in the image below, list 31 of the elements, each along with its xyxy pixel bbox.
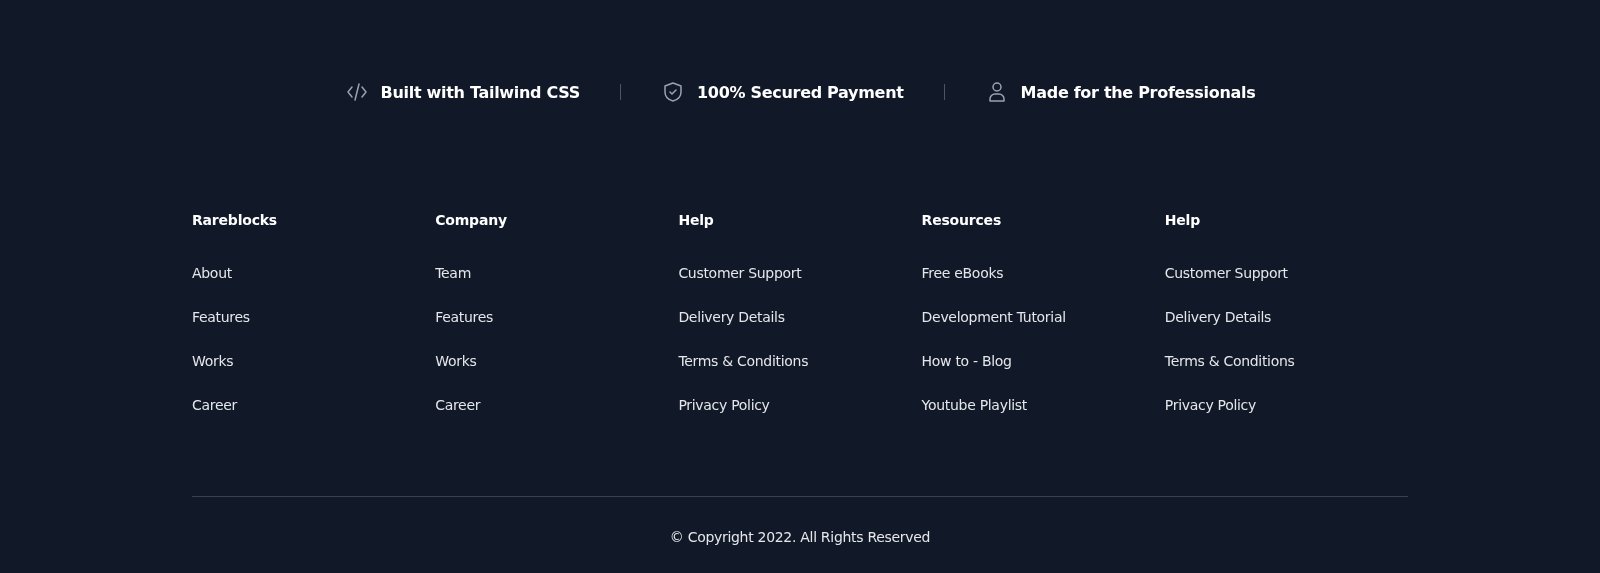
footer-link[interactable]: Youtube Playlist <box>921 396 1027 414</box>
footer-link[interactable]: Team <box>435 264 471 282</box>
footer-link[interactable]: Career <box>192 396 237 414</box>
footer-link[interactable]: Privacy Policy <box>678 396 770 414</box>
shield-check-icon <box>661 80 685 104</box>
column-heading: Help <box>678 212 715 228</box>
code-icon <box>344 80 369 104</box>
column-heading: Company <box>435 212 508 228</box>
column-heading: Resources <box>921 212 1003 228</box>
footer-link[interactable]: Career <box>435 396 481 414</box>
footer-link[interactable]: How to - Blog <box>921 352 1012 370</box>
footer-link[interactable]: Terms & Conditions <box>1164 352 1295 370</box>
copyright-text: © Copyright 2022. All Rights Reserved <box>669 529 931 545</box>
footer-link[interactable]: About <box>192 264 232 282</box>
footer-link[interactable]: Delivery Details <box>678 308 785 326</box>
footer-link[interactable]: Terms & Conditions <box>678 352 809 370</box>
feature-label: 100% Secured Payment <box>697 82 904 102</box>
footer-link[interactable]: Customer Support <box>678 264 802 282</box>
feature-label: Made for the Professionals <box>1020 82 1256 102</box>
footer-link[interactable]: Delivery Details <box>1164 308 1272 326</box>
footer-link[interactable]: Customer Support <box>1164 264 1288 282</box>
footer-link[interactable]: Privacy Policy <box>1164 396 1256 414</box>
footer-link[interactable]: Works <box>435 352 477 370</box>
column-heading: Rareblocks <box>192 212 278 228</box>
footer-link[interactable]: Free eBooks <box>921 264 1004 282</box>
feature-label: Built with Tailwind CSS <box>380 82 580 102</box>
footer-link[interactable]: Features <box>435 308 493 326</box>
footer-link[interactable]: Development Tutorial <box>921 308 1066 326</box>
footer-link[interactable]: Features <box>192 308 250 326</box>
footer-link[interactable]: Works <box>192 352 234 370</box>
column-heading: Help <box>1164 212 1202 228</box>
